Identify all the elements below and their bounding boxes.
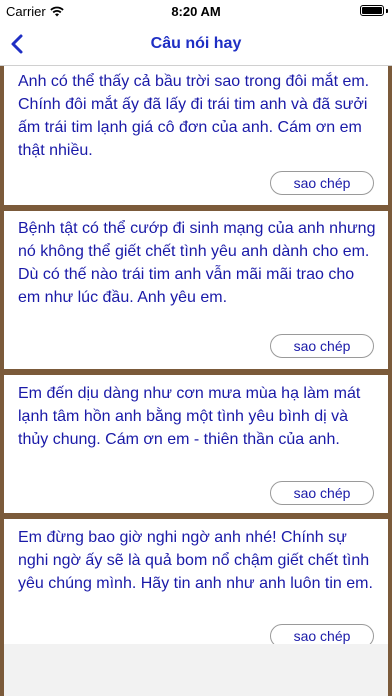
battery-tip — [386, 9, 388, 13]
list-footer — [4, 644, 388, 696]
page-title: Câu nói hay — [150, 35, 242, 52]
quote-text: Anh có thể thấy cả bầu trời sao trong đô… — [18, 73, 370, 159]
quote-card: Bệnh tật có thể cướp đi sinh mạng của an… — [4, 211, 388, 369]
battery-icon — [360, 5, 384, 16]
quote-list[interactable]: Anh có thể thấy cả bầu trời sao trong đô… — [0, 66, 392, 696]
quote-card: Anh có thể thấy cả bầu trời sao trong đô… — [4, 66, 388, 205]
copy-button[interactable]: sao chép — [270, 481, 374, 505]
quote-text: Bệnh tật có thể cướp đi sinh mạng của an… — [18, 220, 376, 306]
copy-button[interactable]: sao chép — [270, 334, 374, 358]
quote-card: Em đừng bao giờ nghi ngờ anh nhé! Chính … — [4, 519, 388, 648]
status-time: 8:20 AM — [171, 4, 221, 19]
quote-text: Em đến dịu dàng như cơn mưa mùa hạ làm m… — [18, 385, 361, 448]
quote-card: Em đến dịu dàng như cơn mưa mùa hạ làm m… — [4, 375, 388, 513]
quote-text: Em đừng bao giờ nghi ngờ anh nhé! Chính … — [18, 529, 373, 592]
status-bar: Carrier 8:20 AM — [0, 0, 392, 22]
battery-level — [362, 7, 382, 14]
navigation-bar: Câu nói hay — [0, 22, 392, 66]
copy-button[interactable]: sao chép — [270, 171, 374, 195]
